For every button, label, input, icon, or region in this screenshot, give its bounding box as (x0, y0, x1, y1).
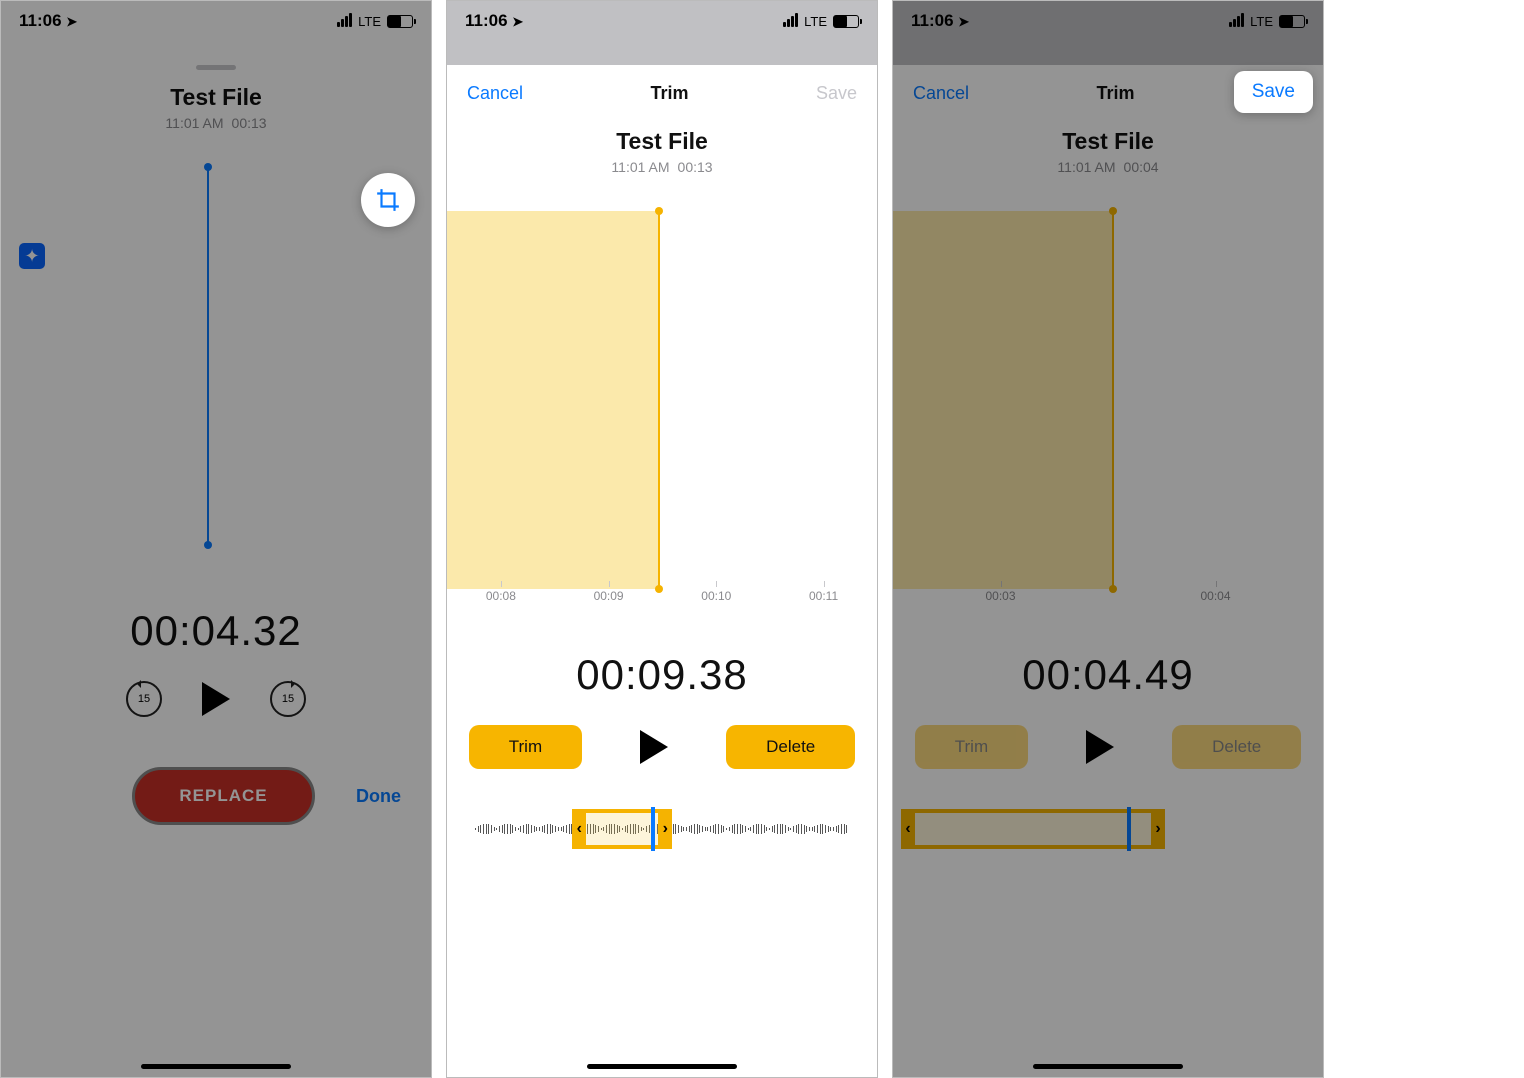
trim-handle-right[interactable]: › (1151, 809, 1165, 849)
network-label: LTE (804, 14, 827, 29)
trim-button: Trim (915, 725, 1028, 769)
play-button[interactable] (1086, 730, 1114, 764)
recording-duration: 00:13 (232, 115, 267, 131)
location-icon: ➤ (958, 14, 969, 29)
waveform (447, 381, 877, 441)
recording-time: 11:01 AM (1057, 159, 1115, 175)
trim-playhead[interactable] (1112, 211, 1114, 589)
recording-duration: 00:04 (1124, 159, 1159, 175)
battery-icon (387, 15, 413, 28)
delete-button: Delete (1172, 725, 1301, 769)
signal-icon (1228, 13, 1244, 30)
home-indicator[interactable] (1033, 1064, 1183, 1069)
home-indicator[interactable] (587, 1064, 737, 1069)
status-bar: 11:06 ➤ LTE (893, 1, 1323, 41)
overview-selection[interactable] (580, 809, 662, 849)
waveform-area[interactable]: 00:03 00:04 (893, 211, 1323, 611)
cancel-button[interactable]: Cancel (467, 83, 523, 104)
recording-title: Test File (447, 128, 877, 155)
cancel-button[interactable]: Cancel (913, 83, 969, 104)
recording-duration: 00:13 (678, 159, 713, 175)
recording-time: 11:01 AM (611, 159, 669, 175)
network-label: LTE (358, 14, 381, 29)
waveform-area[interactable]: 00:08 00:09 00:10 00:11 (447, 211, 877, 611)
screen-trim: 11:06 ➤ LTE Cancel Trim Save Test File 1… (446, 0, 878, 1078)
screen-trim-save: 11:06 ➤ LTE Cancel Trim Save Test File 1… (892, 0, 1324, 1078)
recording-title[interactable]: Test File (1, 84, 431, 111)
trim-sheet: Cancel Trim Save Test File 11:01 AM 00:13… (447, 65, 877, 1077)
waveform (1, 337, 431, 397)
battery-icon (833, 15, 859, 28)
current-time: 00:04.32 (1, 607, 431, 655)
sheet-title: Trim (1096, 83, 1134, 104)
trim-handle-right[interactable]: › (658, 809, 672, 849)
play-button[interactable] (640, 730, 668, 764)
trim-button[interactable]: Trim (469, 725, 582, 769)
signal-icon (336, 13, 352, 30)
overview-playhead[interactable] (1127, 807, 1131, 851)
skip-back-15-button[interactable]: 15 (126, 681, 162, 717)
trim-handle-left[interactable]: ‹ (572, 809, 586, 849)
waveform (893, 381, 1323, 441)
status-time: 11:06 (911, 11, 954, 30)
play-button[interactable] (202, 682, 230, 716)
trim-playhead[interactable] (658, 211, 660, 589)
overview-playhead[interactable] (651, 807, 655, 851)
signal-icon (782, 13, 798, 30)
location-icon: ➤ (66, 14, 77, 29)
status-bar: 11:06 ➤ LTE (1, 1, 431, 41)
done-button[interactable]: Done (356, 786, 401, 807)
save-button: Save (816, 83, 857, 104)
playhead[interactable] (207, 167, 209, 545)
network-label: LTE (1250, 14, 1273, 29)
location-icon: ➤ (512, 14, 523, 29)
status-bar: 11:06 ➤ LTE (447, 1, 877, 41)
trim-handle-left[interactable]: ‹ (901, 809, 915, 849)
current-time: 00:04.49 (893, 651, 1323, 699)
recording-time: 11:01 AM (165, 115, 223, 131)
status-time: 11:06 (19, 11, 62, 30)
skip-forward-15-button[interactable]: 15 (270, 681, 306, 717)
home-indicator[interactable] (141, 1064, 291, 1069)
sheet-title: Trim (650, 83, 688, 104)
time-ruler: 00:03 00:04 (893, 589, 1323, 611)
waveform-area[interactable] (1, 167, 431, 567)
status-time: 11:06 (465, 11, 508, 30)
save-callout[interactable]: Save (1234, 71, 1313, 113)
overview-scrubber[interactable]: ‹ › (903, 809, 1163, 849)
recording-title: Test File (893, 128, 1323, 155)
time-ruler: 00:08 00:09 00:10 00:11 (447, 589, 877, 611)
current-time: 00:09.38 (447, 651, 877, 699)
replace-button[interactable]: REPLACE (132, 767, 314, 825)
battery-icon (1279, 15, 1305, 28)
trim-sheet: Cancel Trim Save Test File 11:01 AM 00:04… (893, 65, 1323, 1077)
screen-edit-recording: 11:06 ➤ LTE Test File 11:01 AM00:13 ✦ 00… (0, 0, 432, 1078)
trim-crop-button[interactable] (361, 173, 415, 227)
overview-selection[interactable] (903, 809, 1163, 849)
overview-scrubber[interactable]: ‹ › (475, 809, 849, 849)
delete-button[interactable]: Delete (726, 725, 855, 769)
